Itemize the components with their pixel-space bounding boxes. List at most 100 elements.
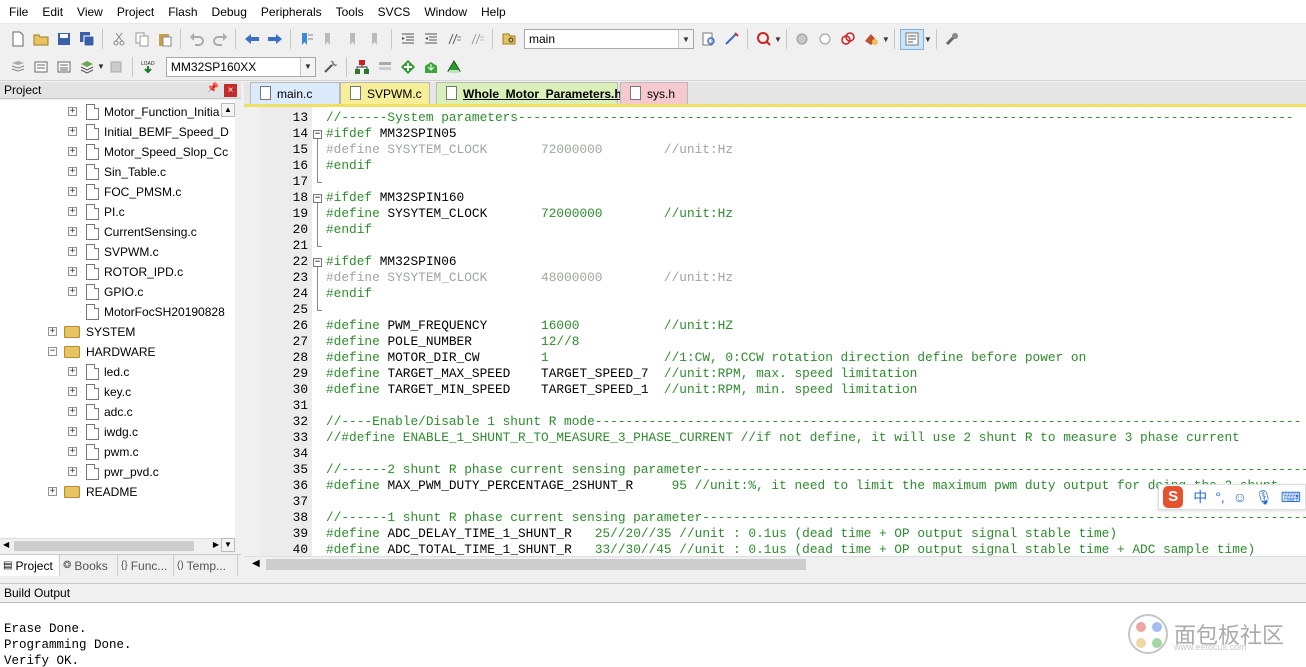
tree-item[interactable]: + Sin_Table.c [68, 162, 166, 182]
navigate-forward-icon[interactable] [264, 29, 285, 50]
menu-flash[interactable]: Flash [161, 0, 204, 24]
comment-icon[interactable] [443, 29, 464, 50]
editor-gutter[interactable] [244, 107, 260, 556]
keyboard-icon[interactable]: ⌨ [1281, 489, 1301, 506]
code-line[interactable]: 34 [260, 446, 308, 462]
cut-button[interactable] [108, 29, 129, 50]
code-line[interactable]: 20 #endif [260, 222, 372, 238]
code-line[interactable]: 37 [260, 494, 308, 510]
editor-tab[interactable]: Whole_Motor_Parameters.h [436, 82, 622, 104]
chevron-down-icon[interactable]: ▼ [774, 35, 782, 44]
chevron-down-icon[interactable]: ▼ [299, 57, 315, 76]
code-line[interactable]: 29 #define TARGET_MAX_SPEED TARGET_SPEED_… [260, 366, 918, 382]
expand-icon[interactable]: + [68, 187, 77, 196]
code-line[interactable]: 23 #define SYSYTEM_CLOCK 48000000 //unit:… [260, 270, 733, 286]
tree-item[interactable]: + led.c [68, 362, 129, 382]
kill-all-breakpoints-icon[interactable] [861, 29, 882, 50]
enable-breakpoint-icon[interactable] [815, 29, 836, 50]
tree-item[interactable]: + iwdg.c [68, 422, 138, 442]
editor-tab[interactable]: main.c [250, 82, 340, 104]
scroll-down-icon[interactable]: ▼ [221, 538, 235, 552]
expand-icon[interactable]: + [68, 267, 77, 276]
panel-tab-temp[interactable]: () Temp... [174, 555, 238, 576]
expand-icon[interactable]: + [68, 107, 77, 116]
target-select[interactable]: MM32SP160XX ▼ [165, 56, 316, 77]
ime-mode[interactable]: 中 [1193, 487, 1207, 507]
panel-tab-books[interactable]: ❂ Books [60, 555, 118, 576]
menu-view[interactable]: View [70, 0, 110, 24]
tree-item[interactable]: + FOC_PMSM.c [68, 182, 181, 202]
expand-icon[interactable]: + [68, 207, 77, 216]
code-line[interactable]: 14 #ifdef MM32SPIN05 [260, 126, 457, 142]
expand-icon[interactable]: + [68, 367, 77, 376]
tree-item[interactable]: + key.c [68, 382, 131, 402]
menu-svcs[interactable]: SVCS [371, 0, 418, 24]
tree-item[interactable]: + SVPWM.c [68, 242, 159, 262]
chevron-down-icon[interactable]: ▼ [924, 35, 932, 44]
build-output-panel[interactable]: Erase Done. Programming Done. Verify OK. [0, 602, 1306, 667]
code-line[interactable]: 32 //----Enable/Disable 1 shunt R mode---… [260, 414, 1302, 430]
save-all-button[interactable] [76, 29, 97, 50]
menu-tools[interactable]: Tools [329, 0, 371, 24]
code-line[interactable]: 25 [260, 302, 308, 318]
window-layout-icon[interactable] [899, 28, 924, 50]
chevron-down-icon[interactable]: ▼ [678, 30, 693, 48]
code-line[interactable]: 27 #define POLE_NUMBER 12//8 [260, 334, 580, 350]
expand-icon[interactable]: + [48, 327, 57, 336]
tree-item[interactable]: + pwm.c [68, 442, 139, 462]
tree-item[interactable]: + Motor_Function_Initia [68, 102, 219, 122]
code-line[interactable]: 26 #define PWM_FREQUENCY 16000 //unit:HZ [260, 318, 733, 334]
code-line[interactable]: 17 [260, 174, 308, 190]
collapse-icon[interactable]: − [48, 347, 57, 356]
menu-peripherals[interactable]: Peripherals [254, 0, 329, 24]
expand-icon[interactable]: + [68, 147, 77, 156]
bookmark-clear-icon[interactable] [365, 29, 386, 50]
rte-manage-icon[interactable] [444, 56, 465, 77]
target-options-icon[interactable] [320, 56, 341, 77]
tree-item[interactable]: + CurrentSensing.c [68, 222, 197, 242]
tree-horizontal-scrollbar[interactable]: ◀ ▶ [0, 538, 221, 552]
scroll-right-icon[interactable]: ▶ [213, 540, 219, 549]
unindent-icon[interactable] [420, 29, 441, 50]
code-line[interactable]: 21 [260, 238, 308, 254]
chevron-down-icon[interactable]: ▼ [97, 62, 105, 71]
tree-vertical-scrollbar[interactable] [235, 100, 241, 538]
bookmark-prev-icon[interactable] [319, 29, 340, 50]
insert-breakpoint-icon[interactable] [792, 29, 813, 50]
copy-button[interactable] [131, 29, 152, 50]
code-line[interactable]: 19 #define SYSYTEM_CLOCK 72000000 //unit:… [260, 206, 733, 222]
fold-toggle-icon[interactable]: − [313, 258, 322, 267]
expand-icon[interactable]: + [48, 487, 57, 496]
manage-project-items-icon[interactable] [352, 56, 373, 77]
tree-item[interactable]: + ROTOR_IPD.c [68, 262, 183, 282]
incremental-find-icon[interactable] [721, 29, 742, 50]
scroll-left-icon[interactable]: ◀ [252, 558, 260, 569]
tree-item[interactable]: + SYSTEM [48, 322, 135, 342]
emoji-icon[interactable]: ☺ [1233, 489, 1247, 505]
menu-project[interactable]: Project [110, 0, 161, 24]
scroll-thumb[interactable] [266, 559, 806, 570]
undo-button[interactable] [186, 29, 207, 50]
code-line[interactable]: 30 #define TARGET_MIN_SPEED TARGET_SPEED_… [260, 382, 918, 398]
disable-all-breakpoints-icon[interactable] [838, 29, 859, 50]
save-button[interactable] [53, 29, 74, 50]
debug-session-icon[interactable] [753, 29, 774, 50]
punctuation-icon[interactable]: °, [1215, 489, 1225, 505]
panel-tab-project[interactable]: ▤ Project [0, 555, 60, 576]
tree-item[interactable]: MotorFocSH20190828 [86, 302, 225, 322]
file-extensions-icon[interactable] [375, 56, 396, 77]
code-editor[interactable]: 13 //------System parameters-------------… [244, 104, 1306, 556]
code-line[interactable]: 15 #define SYSYTEM_CLOCK 72000000 //unit:… [260, 142, 733, 158]
expand-icon[interactable]: + [68, 407, 77, 416]
code-line[interactable]: 22 #ifdef MM32SPIN06 [260, 254, 457, 270]
code-line[interactable]: 39 #define ADC_DELAY_TIME_1_SHUNT_R 25//2… [260, 526, 1117, 542]
stop-build-icon[interactable] [106, 56, 127, 77]
tree-item[interactable]: + README [48, 482, 137, 502]
build-icon[interactable] [30, 56, 51, 77]
code-line[interactable]: 35 //------2 shunt R phase current sensin… [260, 462, 1306, 478]
chevron-down-icon[interactable]: ▼ [882, 35, 890, 44]
panel-tab-func[interactable]: {} Func... [118, 555, 174, 576]
open-file-button[interactable] [30, 29, 51, 50]
scroll-up-icon[interactable]: ▲ [221, 103, 235, 117]
tree-item[interactable]: + PI.c [68, 202, 125, 222]
